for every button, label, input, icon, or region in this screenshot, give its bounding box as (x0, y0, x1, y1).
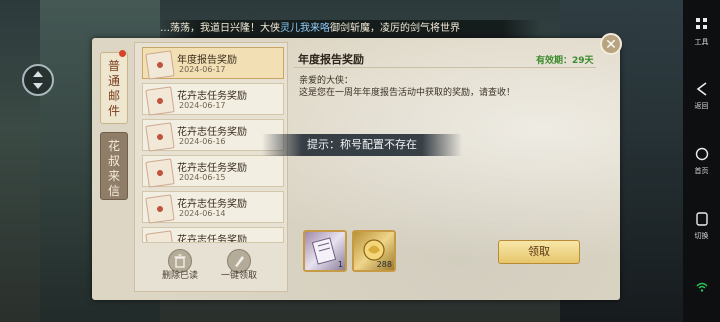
mail-item-date: 2024-06-14 (179, 209, 226, 218)
home-circle-icon (695, 147, 708, 161)
mail-item-title: 花卉志任务奖励 (177, 163, 247, 174)
mail-list-item[interactable]: 花卉志任务奖励 2024-06-15 (142, 155, 284, 188)
mail-item-title: 花卉志任务奖励 (177, 127, 247, 138)
claim-button[interactable]: 领取 (498, 240, 580, 264)
mail-item-title: 花卉志任务奖励 (177, 91, 247, 102)
unread-dot (119, 50, 126, 57)
mail-item-date: 2024-06-16 (179, 137, 226, 146)
nav-switch-label: 切换 (694, 232, 709, 240)
floating-control-icon[interactable] (22, 64, 54, 96)
home-button[interactable] (683, 147, 720, 165)
envelope-icon (145, 122, 175, 152)
mail-list-item[interactable]: 花卉志任务奖励 2024-06-14 (142, 191, 284, 224)
mail-item-date: 2024-06-17 (179, 65, 226, 74)
recents-button[interactable] (683, 212, 720, 230)
grid-icon[interactable] (683, 18, 720, 34)
claim-all-label: 一键领取 (221, 271, 258, 281)
toast-message: 提示：称号配置不存在 (262, 134, 462, 156)
back-button[interactable] (683, 82, 720, 100)
back-arrow-icon (696, 82, 706, 96)
close-icon: ✕ (605, 37, 617, 53)
envelope-icon (145, 158, 175, 188)
wifi-icon (683, 282, 720, 295)
reward-slot[interactable]: 1 (303, 230, 347, 272)
nav-home-label: 首页 (694, 167, 709, 175)
envelope-icon (145, 86, 175, 116)
validity-period: 有效期：29天 (536, 56, 594, 66)
tab-label: 普通邮件 (107, 59, 120, 118)
delete-read-label: 删除已读 (162, 271, 199, 281)
up-down-arrows-icon (33, 71, 43, 89)
nav-tools-label: 工具 (694, 38, 709, 46)
mail-item-date: 2024-06-15 (179, 173, 226, 182)
reward-slot[interactable]: 288 (352, 230, 396, 272)
tab-label: 花叔来信 (107, 139, 120, 198)
mail-item-date: 2024-06-17 (179, 101, 226, 110)
mail-list-item[interactable]: 年度报告奖励 2024-06-17 (142, 47, 284, 80)
recents-square-icon (695, 212, 708, 226)
mail-list-item[interactable]: 花卉志任务奖励 (142, 227, 284, 243)
mail-body: 这是您在一周年年度报告活动中获取的奖励，请查收！ (299, 88, 516, 98)
close-button[interactable]: ✕ (600, 33, 622, 55)
envelope-icon (145, 230, 175, 242)
marquee-player-name: 灵儿我来咯 (280, 23, 330, 34)
divider (294, 67, 596, 68)
envelope-icon (145, 194, 175, 224)
marquee-text: …荡荡，我道日兴隆！大侠 (160, 23, 280, 34)
reward-count: 288 (376, 260, 392, 269)
mail-list-item[interactable]: 花卉志任务奖励 2024-06-17 (142, 83, 284, 116)
reward-count: 1 (337, 260, 343, 269)
broadcast-marquee: …荡荡，我道日兴隆！大侠灵儿我来咯御剑斩魔，凌厉的剑气将世界 (160, 20, 540, 38)
mail-item-title: 花卉志任务奖励 (177, 199, 247, 210)
tab-hua-shu-letter[interactable]: 花叔来信 (100, 132, 128, 200)
wifi-icon (696, 282, 707, 292)
nav-back-label: 返回 (694, 102, 709, 110)
marquee-text: 御剑斩魔，凌厉的剑气将世界 (330, 23, 460, 34)
mail-title: 年度报告奖励 (298, 53, 364, 66)
grid-icon (695, 18, 707, 29)
tab-normal-mail[interactable]: 普通邮件 (100, 52, 128, 124)
mail-item-title: 年度报告奖励 (177, 55, 237, 66)
mail-item-title: 花卉志任务奖励 (177, 235, 247, 243)
envelope-icon (145, 50, 175, 80)
